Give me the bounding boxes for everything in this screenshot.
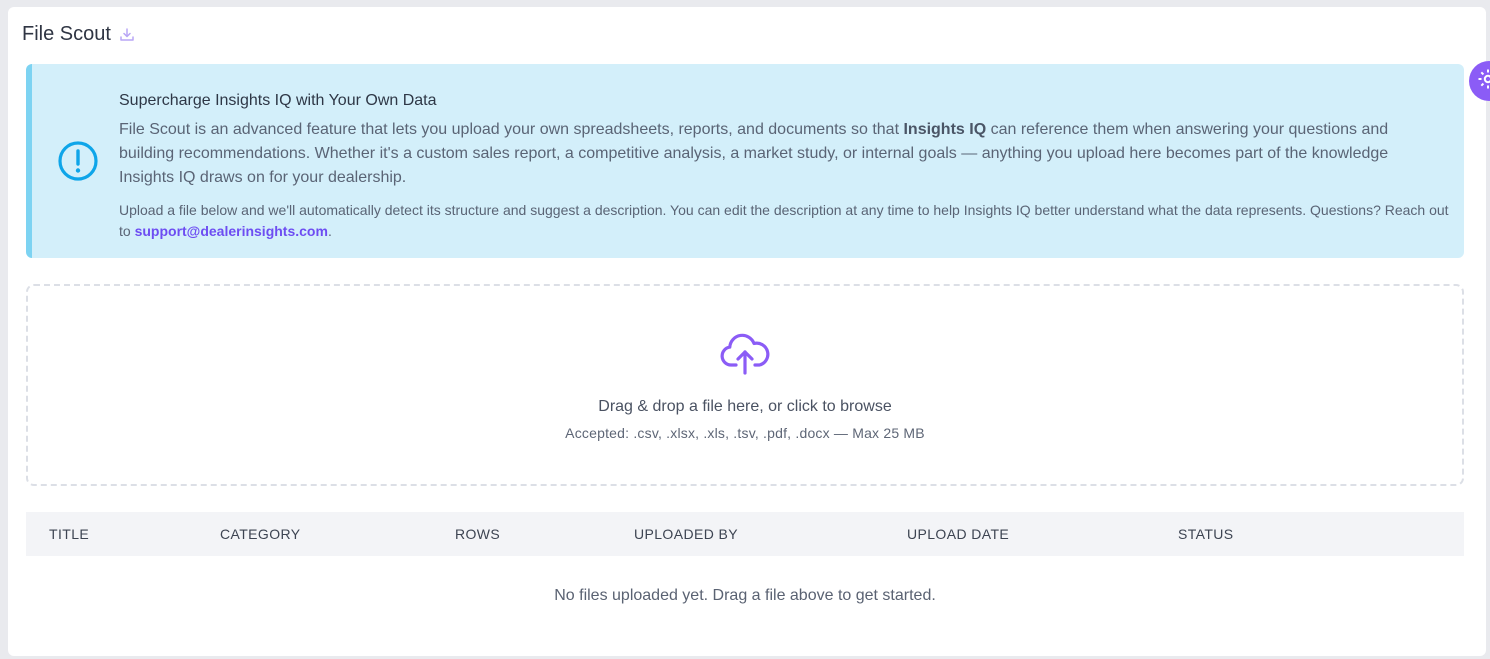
alert-body-text: File Scout is an advanced feature that l… <box>119 121 904 138</box>
gear-icon <box>1477 68 1490 95</box>
column-category[interactable]: CATEGORY <box>220 526 300 542</box>
info-alert: Supercharge Insights IQ with Your Own Da… <box>26 64 1464 258</box>
page-title: File Scout <box>22 23 111 45</box>
column-rows[interactable]: ROWS <box>455 526 500 542</box>
dropzone-accepted-types: Accepted: .csv, .xlsx, .xls, .tsv, .pdf,… <box>565 425 925 441</box>
column-status[interactable]: STATUS <box>1178 526 1234 542</box>
file-dropzone[interactable]: Drag & drop a file here, or click to bro… <box>26 284 1464 486</box>
alert-body: File Scout is an advanced feature that l… <box>119 118 1439 190</box>
download-icon[interactable] <box>119 27 135 43</box>
column-uploaded-by[interactable]: UPLOADED BY <box>634 526 738 542</box>
column-title[interactable]: TITLE <box>49 526 89 542</box>
column-upload-date[interactable]: UPLOAD DATE <box>907 526 1009 542</box>
page-header: File Scout <box>22 23 135 46</box>
cloud-upload-icon <box>720 332 770 376</box>
dropzone-title: Drag & drop a file here, or click to bro… <box>598 398 892 415</box>
alert-note-end: . <box>327 223 332 239</box>
alert-note: Upload a file below and we'll automatica… <box>119 200 1449 242</box>
alert-body-bold: Insights IQ <box>903 121 987 138</box>
alert-title: Supercharge Insights IQ with Your Own Da… <box>119 92 437 109</box>
empty-table-message: No files uploaded yet. Drag a file above… <box>554 587 936 604</box>
support-email-link[interactable]: support@dealerinsights.com <box>135 223 328 239</box>
files-table-header: TITLE CATEGORY ROWS UPLOADED BY UPLOAD D… <box>26 512 1464 556</box>
file-scout-card: File Scout Supercharge Insights IQ with … <box>8 7 1486 656</box>
exclamation-circle-icon <box>57 140 99 182</box>
